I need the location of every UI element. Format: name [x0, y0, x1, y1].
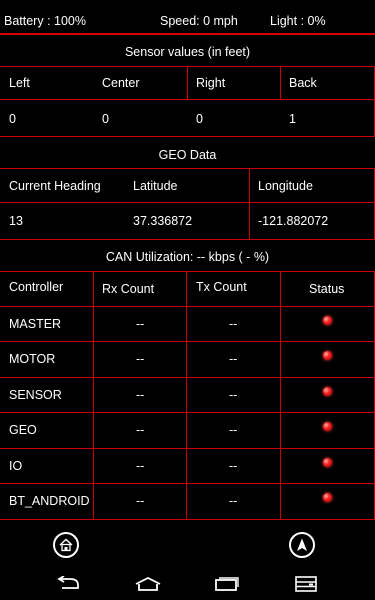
can-row-controller: BT_ANDROID	[9, 494, 90, 508]
sensor-value-center: 0	[102, 112, 109, 126]
back-icon[interactable]	[56, 576, 82, 592]
sensor-value-left: 0	[9, 112, 16, 126]
can-row-rx: --	[136, 423, 145, 437]
light-label: Light : 0%	[270, 14, 326, 28]
can-section-title: CAN Utilization: -- kbps ( - %)	[105, 250, 270, 264]
can-header-controller: Controller	[9, 280, 64, 294]
can-row-rx: --	[136, 494, 145, 508]
column-divider	[280, 66, 281, 99]
status-indicator	[323, 387, 332, 396]
divider	[0, 483, 375, 484]
home-icon	[59, 538, 73, 552]
column-divider	[186, 271, 187, 519]
can-row-controller: MASTER	[9, 317, 62, 331]
geo-value-heading: 13	[9, 214, 23, 228]
divider	[0, 519, 375, 520]
divider	[0, 99, 375, 100]
geo-header-latitude: Latitude	[133, 179, 178, 193]
divider	[0, 448, 375, 449]
header-divider	[0, 33, 375, 35]
navigate-button[interactable]	[289, 532, 315, 558]
divider	[0, 239, 375, 240]
speed-label: Speed: 0 mph	[160, 14, 238, 28]
can-row-rx: --	[136, 317, 145, 331]
column-divider	[187, 66, 188, 99]
sensor-value-right: 0	[196, 112, 203, 126]
can-row-tx: --	[229, 317, 238, 331]
can-row-tx: --	[229, 423, 238, 437]
geo-section-title: GEO Data	[158, 148, 217, 162]
sensor-section-title: Sensor values (in feet)	[124, 45, 251, 59]
divider	[0, 306, 375, 307]
battery-label: Battery : 100%	[4, 14, 86, 28]
status-indicator	[323, 422, 332, 431]
can-row-tx: --	[229, 459, 238, 473]
can-header-status: Status	[309, 282, 345, 296]
status-indicator	[323, 351, 332, 360]
nav-home-icon[interactable]	[134, 576, 162, 592]
geo-header-heading: Current Heading	[9, 179, 101, 193]
can-header-rx: Rx Count	[102, 282, 155, 296]
status-bar: Battery : 100% Speed: 0 mph Light : 0%	[0, 0, 375, 34]
can-row-rx: --	[136, 459, 145, 473]
sensor-header-center: Center	[102, 76, 140, 90]
recents-icon[interactable]	[214, 576, 240, 592]
can-row-controller: MOTOR	[9, 352, 56, 366]
status-indicator	[323, 316, 332, 325]
can-row-tx: --	[229, 352, 238, 366]
can-row-controller: IO	[9, 459, 23, 473]
can-row-tx: --	[229, 494, 238, 508]
sensor-header-right: Right	[196, 76, 226, 90]
home-button[interactable]	[53, 532, 79, 558]
sensor-header-back: Back	[289, 76, 317, 90]
divider	[0, 271, 375, 272]
navigation-arrow-icon	[297, 538, 307, 551]
status-indicator	[323, 493, 332, 502]
can-row-rx: --	[136, 388, 145, 402]
column-divider	[249, 168, 250, 239]
divider	[0, 377, 375, 378]
can-header-tx: Tx Count	[196, 280, 247, 294]
geo-value-longitude: -121.882072	[258, 214, 329, 228]
divider	[0, 136, 375, 137]
system-navbar	[0, 566, 375, 600]
can-row-rx: --	[136, 352, 145, 366]
divider	[0, 341, 375, 342]
geo-value-latitude: 37.336872	[133, 214, 193, 228]
sensor-value-back: 1	[289, 112, 296, 126]
geo-header-longitude: Longitude	[258, 179, 313, 193]
can-row-controller: GEO	[9, 423, 37, 437]
column-divider	[93, 271, 94, 519]
divider	[0, 412, 375, 413]
can-row-tx: --	[229, 388, 238, 402]
divider	[0, 168, 375, 169]
divider	[0, 202, 375, 203]
menu-icon[interactable]	[295, 576, 317, 592]
can-row-controller: SENSOR	[9, 388, 62, 402]
column-divider	[280, 271, 281, 519]
sensor-header-left: Left	[9, 76, 30, 90]
status-indicator	[323, 458, 332, 467]
